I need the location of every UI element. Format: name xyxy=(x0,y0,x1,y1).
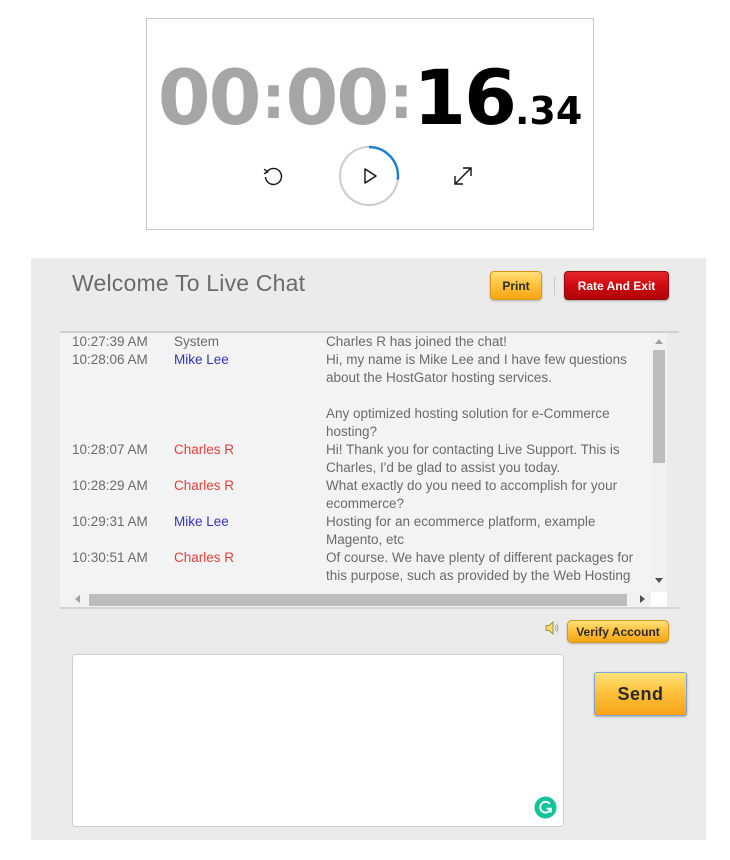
timer-minutes: 00 xyxy=(285,53,389,142)
chat-message-row: 10:30:51 AM Charles R Of course. We have p… xyxy=(72,549,652,585)
divider xyxy=(60,607,679,609)
message-text: What exactly do you need to accomplish f… xyxy=(326,478,618,511)
timer-separator: : xyxy=(389,63,413,133)
button-separator xyxy=(554,277,555,295)
message-sender: Mike Lee xyxy=(174,352,229,367)
message-timestamp: 10:30:51 AM xyxy=(72,550,148,565)
play-icon xyxy=(364,168,377,184)
expand-icon xyxy=(454,167,472,185)
message-text: Hi! Thank you for contacting Live Suppor… xyxy=(326,442,620,475)
timer-fraction: .34 xyxy=(514,89,583,133)
message-text: Hosting for an ecommerce platform, examp… xyxy=(326,514,596,547)
vertical-scrollbar[interactable] xyxy=(651,333,667,592)
reset-button[interactable] xyxy=(259,162,287,190)
speaker-icon[interactable] xyxy=(544,620,560,636)
message-sender: Charles R xyxy=(174,550,235,565)
scroll-down-arrow-icon[interactable] xyxy=(655,578,663,583)
timer-display: 00:00:16.34 xyxy=(147,53,593,143)
message-timestamp: 10:28:06 AM xyxy=(72,352,148,367)
print-button[interactable]: Print xyxy=(490,271,542,300)
chat-message-row: 10:28:29 AM Charles R What exactly do you … xyxy=(72,477,652,513)
stopwatch-card: 00:00:16.34 xyxy=(146,18,594,230)
message-sender: System xyxy=(174,334,220,349)
scroll-left-arrow-icon[interactable] xyxy=(75,595,80,603)
grammarly-icon[interactable] xyxy=(534,796,557,819)
chat-title: Welcome To Live Chat xyxy=(72,270,306,296)
message-list: 10:27:39 AM System Charles R has joined th… xyxy=(72,333,652,585)
reset-icon xyxy=(263,167,283,186)
chat-message-row: 10:28:07 AM Charles R Hi! Thank you for co… xyxy=(72,441,652,477)
rate-and-exit-button[interactable]: Rate And Exit xyxy=(564,271,669,300)
message-timestamp: 10:27:39 AM xyxy=(72,334,148,349)
vertical-scroll-thumb[interactable] xyxy=(653,350,665,463)
play-button[interactable] xyxy=(338,145,400,207)
horizontal-scroll-thumb[interactable] xyxy=(89,594,627,606)
expand-button[interactable] xyxy=(449,162,477,190)
message-input-box[interactable] xyxy=(72,654,564,827)
scroll-right-arrow-icon[interactable] xyxy=(640,595,645,603)
message-text: Of course. We have plenty of different p… xyxy=(326,550,634,583)
send-button[interactable]: Send xyxy=(594,672,687,716)
message-text: Charles R has joined the chat! xyxy=(326,334,507,349)
scroll-corner xyxy=(651,592,667,607)
message-sender: Charles R xyxy=(174,442,235,457)
message-text: Hi, my name is Mike Lee and I have few q… xyxy=(326,352,627,439)
scroll-up-arrow-icon[interactable] xyxy=(655,339,663,344)
chat-message-row: 10:29:31 AM Mike Lee Hosting for an ecomme… xyxy=(72,513,652,549)
message-input[interactable] xyxy=(73,655,563,826)
chat-transcript[interactable]: 10:27:39 AM System Charles R has joined th… xyxy=(60,333,667,607)
chat-message-row: 10:28:06 AM Mike Lee Hi, my name is Mike L… xyxy=(72,351,652,441)
message-timestamp: 10:29:31 AM xyxy=(72,514,148,529)
horizontal-scrollbar[interactable] xyxy=(72,592,651,607)
live-chat-panel: Welcome To Live Chat Print Rate And Exit… xyxy=(31,258,706,840)
verify-account-button[interactable]: Verify Account xyxy=(567,620,669,643)
timer-hours: 00 xyxy=(157,53,262,142)
timer-separator: : xyxy=(261,63,285,133)
message-timestamp: 10:28:29 AM xyxy=(72,478,148,493)
message-sender: Mike Lee xyxy=(174,514,229,529)
chat-message-row: 10:27:39 AM System Charles R has joined th… xyxy=(72,333,652,351)
message-timestamp: 10:28:07 AM xyxy=(72,442,148,457)
timer-seconds: 16 xyxy=(413,53,517,142)
message-sender: Charles R xyxy=(174,478,235,493)
